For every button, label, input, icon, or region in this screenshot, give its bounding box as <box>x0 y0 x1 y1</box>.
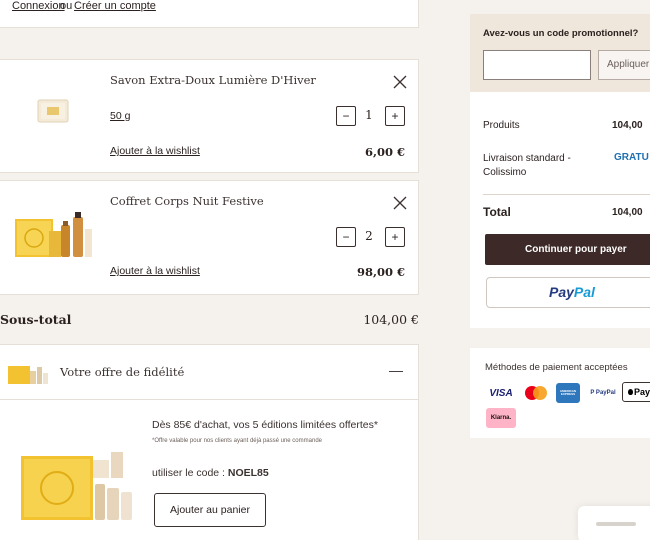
payment-methods-label: Méthodes de paiement acceptées <box>485 362 628 373</box>
paypal-logo: PayPal <box>549 284 595 300</box>
summary-divider <box>483 194 650 195</box>
order-summary-panel: Avez-vous un code promotionnel? Applique… <box>470 14 650 328</box>
cart-item: Coffret Corps Nuit Festive − 2 + Ajouter… <box>0 180 419 295</box>
gift-set-icon <box>8 366 48 384</box>
paypal-logo-pay: Pay <box>549 284 574 300</box>
quantity-decrease-button[interactable]: − <box>336 106 356 126</box>
item-price: 6,00 € <box>364 145 405 159</box>
subtotal-value: 104,00 € <box>363 312 419 327</box>
chat-widget-blur-bar <box>596 522 636 526</box>
quantity-value: 2 <box>365 229 373 243</box>
add-to-wishlist-link[interactable]: Ajouter à la wishlist <box>110 265 200 277</box>
account-bar: Connexion ou Créer un compte <box>0 0 419 28</box>
add-to-wishlist-link[interactable]: Ajouter à la wishlist <box>110 145 200 157</box>
total-value: 104,00 <box>612 207 643 218</box>
apply-promo-button[interactable]: Appliquer <box>598 50 650 80</box>
collapse-minus-icon[interactable]: — <box>389 362 403 378</box>
promo-label: Avez-vous un code promotionnel? <box>483 28 639 39</box>
payment-methods-panel: Méthodes de paiement acceptées VISA AMER… <box>470 348 650 438</box>
promo-code-input[interactable] <box>483 50 591 80</box>
amex-icon: AMERICAN EXPRESS <box>556 383 580 403</box>
item-price: 98,00 € <box>356 265 405 279</box>
klarna-icon: Klarna. <box>486 408 516 428</box>
apple-pay-icon: Pay <box>622 382 650 402</box>
promo-code: NOEL85 <box>227 467 269 479</box>
loyalty-offer-panel: Votre offre de fidélité — Dès 85€ d'acha… <box>0 344 419 540</box>
loyalty-headline: Dès 85€ d'achat, vos 5 éditions limitées… <box>152 419 378 431</box>
subtotal-label: Sous-total <box>0 312 72 327</box>
product-image-giftbox <box>13 209 93 263</box>
product-name[interactable]: Coffret Corps Nuit Festive <box>110 194 264 208</box>
promo-section: Avez-vous un code promotionnel? Applique… <box>470 14 650 92</box>
login-link[interactable]: Connexion <box>12 0 65 12</box>
quantity-increase-button[interactable]: + <box>385 227 405 247</box>
apple-pay-label: Pay <box>633 387 650 397</box>
shipping-label: Livraison standard - Colissimo <box>483 153 571 178</box>
loyalty-note: *Offre valable pour nos clients ayant dé… <box>152 438 322 444</box>
product-image-soap <box>37 96 71 126</box>
chat-widget[interactable] <box>578 506 650 540</box>
remove-item-close-icon[interactable] <box>393 75 407 89</box>
create-account-link[interactable]: Créer un compte <box>74 0 156 12</box>
quantity-value: 1 <box>365 108 373 122</box>
paypal-logo-pal: Pal <box>573 284 595 300</box>
quantity-increase-button[interactable]: + <box>385 106 405 126</box>
products-value: 104,00 <box>612 120 643 131</box>
mastercard-icon <box>522 383 550 403</box>
loyalty-title: Votre offre de fidélité <box>60 365 185 379</box>
quantity-decrease-button[interactable]: − <box>336 227 356 247</box>
promo-code-hint: utiliser le code : NOEL85 <box>152 467 269 479</box>
paypal-icon: P PayPal <box>590 390 616 396</box>
cart-item: Savon Extra-Doux Lumière D'Hiver 50 g − … <box>0 59 419 173</box>
visa-icon: VISA <box>489 387 513 399</box>
products-label: Produits <box>483 120 520 131</box>
remove-item-close-icon[interactable] <box>393 196 407 210</box>
total-label: Total <box>483 205 511 219</box>
or-text: ou <box>60 0 73 12</box>
promo-code-prefix: utiliser le code : <box>152 467 228 479</box>
shipping-value: GRATU <box>614 152 649 163</box>
product-name[interactable]: Savon Extra-Doux Lumière D'Hiver <box>110 73 316 87</box>
apple-icon <box>627 389 633 395</box>
loyalty-product-image <box>21 448 133 520</box>
paypal-button[interactable]: PayPal <box>486 277 650 308</box>
product-variant: 50 g <box>110 110 131 122</box>
checkout-button[interactable]: Continuer pour payer <box>485 234 650 265</box>
loyalty-header[interactable]: Votre offre de fidélité — <box>0 345 418 400</box>
add-to-cart-button[interactable]: Ajouter au panier <box>154 493 266 527</box>
